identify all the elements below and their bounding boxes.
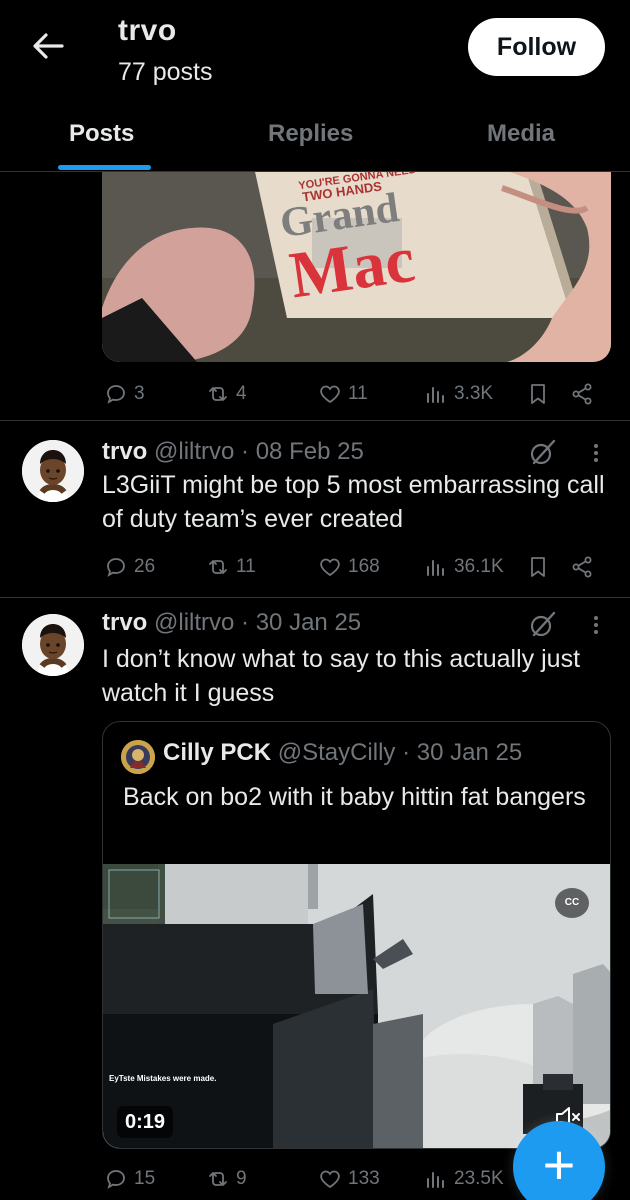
top-post-actions: 3 4 11 3.3K: [102, 376, 602, 412]
reply-button[interactable]: 15: [104, 1161, 155, 1197]
repost-count: 4: [236, 383, 247, 404]
analytics-icon: [427, 560, 444, 576]
analytics-icon: [427, 387, 444, 403]
bookmark-icon: [531, 557, 545, 577]
share-icon: [572, 383, 592, 405]
quote-handle-date[interactable]: @StayCilly · 30 Jan 25: [278, 739, 522, 766]
like-count: 133: [348, 1168, 380, 1189]
grok-icon[interactable]: [528, 609, 558, 639]
tab-posts[interactable]: Posts: [69, 120, 134, 148]
repost-icon: [209, 386, 227, 402]
profile-name: trvo: [118, 14, 177, 47]
post-text: L3GiiT might be top 5 most embarrassing …: [102, 471, 605, 533]
more-options-icon[interactable]: [586, 438, 606, 468]
view-count: 23.5K: [454, 1168, 504, 1189]
heart-icon: [320, 1170, 340, 1189]
repost-icon: [209, 1171, 227, 1187]
view-count: 36.1K: [454, 556, 504, 577]
post-header: trvo @liltrvo · 30 Jan 25: [102, 609, 361, 637]
author-handle-date[interactable]: @liltrvo · 08 Feb 25: [154, 438, 364, 465]
quote-avatar[interactable]: [121, 740, 155, 774]
post-header: trvo @liltrvo · 08 Feb 25: [102, 438, 364, 466]
reply-button[interactable]: 26: [104, 549, 155, 585]
share-icon: [572, 556, 592, 578]
views-button[interactable]: 36.1K: [424, 549, 504, 585]
post-divider: [0, 420, 630, 421]
reply-count: 26: [134, 556, 156, 577]
profile-tabs: Posts Replies Media: [0, 110, 630, 172]
repost-button[interactable]: 4: [206, 376, 247, 412]
like-button[interactable]: 168: [318, 549, 380, 585]
view-count: 3.3K: [454, 383, 494, 404]
back-arrow-icon[interactable]: [28, 26, 68, 66]
tab-replies[interactable]: Replies: [268, 120, 353, 148]
game-overlay-text: EyTste Mistakes were made.: [109, 1074, 217, 1083]
bookmark-button[interactable]: [526, 549, 550, 585]
post-count: 77 posts: [118, 58, 213, 86]
author-handle-date[interactable]: @liltrvo · 30 Jan 25: [154, 609, 361, 636]
author-name[interactable]: trvo: [102, 438, 147, 465]
avatar[interactable]: [22, 440, 84, 502]
profile-header: trvo 77 posts Follow Posts Replies Media: [0, 0, 630, 172]
quote-author-name[interactable]: Cilly PCK: [163, 739, 271, 766]
repost-count: 11: [236, 556, 256, 577]
post2-actions: 26 11 168 36.1K: [102, 549, 602, 585]
share-button[interactable]: [570, 376, 594, 412]
avatar[interactable]: [22, 614, 84, 676]
views-button[interactable]: 3.3K: [424, 376, 493, 412]
post-divider: [0, 597, 630, 598]
video-duration: 0:19: [117, 1106, 174, 1138]
reply-button[interactable]: 3: [104, 376, 145, 412]
like-button[interactable]: 11: [318, 376, 368, 412]
tab-media[interactable]: Media: [487, 120, 555, 148]
author-name[interactable]: trvo: [102, 609, 147, 636]
bookmark-icon: [531, 384, 545, 404]
reply-count: 15: [134, 1168, 156, 1189]
reply-icon: [107, 385, 125, 404]
repost-icon: [209, 559, 227, 575]
heart-icon: [320, 558, 340, 577]
post-text: I don’t know what to say to this actuall…: [102, 645, 581, 707]
repost-button[interactable]: 11: [206, 549, 256, 585]
grok-icon[interactable]: [528, 437, 558, 467]
quote-header: Cilly PCK @StayCilly · 30 Jan 25: [163, 739, 522, 767]
share-button[interactable]: [570, 549, 594, 585]
heart-icon: [320, 385, 340, 404]
analytics-icon: [427, 1172, 444, 1188]
captions-button[interactable]: CC: [555, 888, 589, 918]
follow-button[interactable]: Follow: [468, 18, 605, 76]
bookmark-button[interactable]: [526, 376, 550, 412]
more-options-icon[interactable]: [586, 610, 606, 640]
like-button[interactable]: 133: [318, 1161, 380, 1197]
quote-text: Back on bo2 with it baby hittin fat bang…: [123, 783, 586, 811]
reply-icon: [107, 558, 125, 577]
views-button[interactable]: 23.5K: [424, 1161, 504, 1197]
active-tab-indicator: [58, 165, 151, 170]
repost-button[interactable]: 9: [206, 1161, 247, 1197]
quoted-post[interactable]: Cilly PCK @StayCilly · 30 Jan 25 Back on…: [102, 721, 611, 1149]
like-count: 11: [348, 383, 368, 404]
repost-count: 9: [236, 1168, 247, 1189]
reply-icon: [107, 1170, 125, 1189]
post-media-image[interactable]: YOU'RE GONNA NEED TWO HANDS Grand Mac: [102, 168, 611, 362]
quote-video[interactable]: EyTste Mistakes were made. 0:19 CC: [103, 864, 610, 1148]
reply-count: 3: [134, 383, 145, 404]
like-count: 168: [348, 556, 380, 577]
